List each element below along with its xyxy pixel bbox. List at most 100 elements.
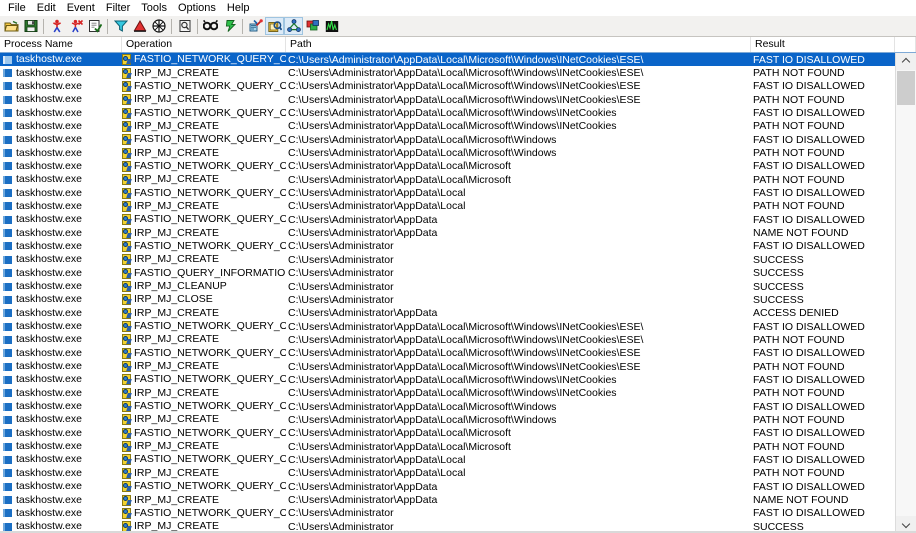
cell-operation: FASTIO_NETWORK_QUERY_O... xyxy=(122,347,286,360)
table-row[interactable]: taskhostw.exe IRP_MJ_CREATE C:\Users\Admin… xyxy=(0,200,916,213)
table-row[interactable]: taskhostw.exe IRP_MJ_CREATE C:\Users\Admin… xyxy=(0,146,916,159)
process-icon xyxy=(3,375,12,384)
cell-result: SUCCESS xyxy=(753,267,804,280)
properties-icon[interactable] xyxy=(175,17,194,35)
process-name-label: taskhostw.exe xyxy=(16,320,82,333)
scrollbar-thumb[interactable] xyxy=(897,71,915,105)
process-icon xyxy=(3,122,12,131)
scrollbar-track[interactable] xyxy=(896,70,916,516)
table-row[interactable]: taskhostw.exe FASTIO_NETWORK_QUERY_O... C:… xyxy=(0,507,916,520)
table-row[interactable]: taskhostw.exe IRP_MJ_CREATE C:\Users\Admin… xyxy=(0,387,916,400)
column-header-result[interactable]: Result xyxy=(751,37,895,52)
toolbar-separator xyxy=(197,18,198,34)
table-row[interactable]: taskhostw.exe IRP_MJ_CREATE C:\Users\Admin… xyxy=(0,66,916,79)
file-operation-icon xyxy=(122,441,132,453)
process-icon xyxy=(3,95,12,104)
table-row[interactable]: taskhostw.exe FASTIO_NETWORK_QUERY_O... C:… xyxy=(0,427,916,440)
table-row[interactable]: taskhostw.exe FASTIO_NETWORK_QUERY_O... C:… xyxy=(0,186,916,199)
table-row[interactable]: taskhostw.exe IRP_MJ_CREATE C:\Users\Admin… xyxy=(0,120,916,133)
menu-item-help[interactable]: Help xyxy=(222,0,256,16)
column-header-operation[interactable]: Operation xyxy=(122,37,286,52)
table-row[interactable]: taskhostw.exe IRP_MJ_CREATE C:\Users\Admin… xyxy=(0,307,916,320)
table-row[interactable]: taskhostw.exe IRP_MJ_CREATE C:\Users\Admin… xyxy=(0,413,916,426)
table-row[interactable]: taskhostw.exe FASTIO_NETWORK_QUERY_O... C:… xyxy=(0,133,916,146)
table-row[interactable]: taskhostw.exe IRP_MJ_CREATE C:\Users\Admin… xyxy=(0,333,916,346)
process-name-label: taskhostw.exe xyxy=(16,173,82,186)
cell-path: C:\Users\Administrator xyxy=(288,293,394,306)
process-name-label: taskhostw.exe xyxy=(16,239,82,252)
process-icon xyxy=(3,402,12,411)
table-row[interactable]: taskhostw.exe FASTIO_NETWORK_QUERY_O... C:… xyxy=(0,373,916,386)
file-activity-icon[interactable] xyxy=(265,17,284,35)
cell-operation: IRP_MJ_CREATE xyxy=(122,307,286,320)
cell-operation: FASTIO_NETWORK_QUERY_O... xyxy=(122,320,286,333)
table-row[interactable]: taskhostw.exe FASTIO_NETWORK_QUERY_O... C:… xyxy=(0,320,916,333)
file-operation-icon xyxy=(122,174,132,186)
event-rows: taskhostw.exe FASTIO_NETWORK_QUERY_O... C:… xyxy=(0,53,916,533)
operation-label: IRP_MJ_CLOSE xyxy=(134,293,213,306)
menu-item-options[interactable]: Options xyxy=(173,0,222,16)
cell-operation: IRP_MJ_CREATE xyxy=(122,120,286,133)
include-process-icon[interactable] xyxy=(149,17,168,35)
open-icon[interactable] xyxy=(2,17,21,35)
operation-label: FASTIO_NETWORK_QUERY_O... xyxy=(134,53,286,66)
table-row[interactable]: taskhostw.exe FASTIO_NETWORK_QUERY_O... C:… xyxy=(0,347,916,360)
menu-bar: File Edit Event Filter Tools Options Hel… xyxy=(0,0,916,16)
jump-to-icon[interactable] xyxy=(220,17,239,35)
column-header-path[interactable]: Path xyxy=(286,37,751,52)
table-row[interactable]: taskhostw.exe IRP_MJ_CREATE C:\Users\Admin… xyxy=(0,93,916,106)
table-row[interactable]: taskhostw.exe FASTIO_NETWORK_QUERY_O... C:… xyxy=(0,80,916,93)
table-row[interactable]: taskhostw.exe FASTIO_NETWORK_QUERY_O... C:… xyxy=(0,160,916,173)
menu-item-tools[interactable]: Tools xyxy=(136,0,173,16)
table-row[interactable]: taskhostw.exe IRP_MJ_CREATE C:\Users\Admin… xyxy=(0,253,916,266)
table-row[interactable]: taskhostw.exe IRP_MJ_CREATE C:\Users\Admin… xyxy=(0,226,916,239)
table-row[interactable]: taskhostw.exe FASTIO_NETWORK_QUERY_O... C:… xyxy=(0,240,916,253)
event-list[interactable]: taskhostw.exe FASTIO_NETWORK_QUERY_O... C:… xyxy=(0,53,916,533)
menu-item-filter[interactable]: Filter xyxy=(101,0,136,16)
table-row[interactable]: taskhostw.exe FASTIO_NETWORK_QUERY_O... C:… xyxy=(0,53,916,67)
scroll-up-button[interactable] xyxy=(896,53,916,70)
highlight-icon[interactable] xyxy=(130,17,149,35)
cell-result: FAST IO DISALLOWED xyxy=(753,373,865,386)
cell-result: FAST IO DISALLOWED xyxy=(753,400,865,413)
menu-item-event[interactable]: Event xyxy=(62,0,101,16)
table-row[interactable]: taskhostw.exe IRP_MJ_CREATE C:\Users\Admin… xyxy=(0,440,916,453)
table-row[interactable]: taskhostw.exe IRP_MJ_CREATE C:\Users\Admin… xyxy=(0,467,916,480)
table-row[interactable]: taskhostw.exe IRP_MJ_CLOSE C:\Users\Admini… xyxy=(0,293,916,306)
table-row[interactable]: taskhostw.exe IRP_MJ_CLEANUP C:\Users\Admi… xyxy=(0,280,916,293)
table-row[interactable]: taskhostw.exe IRP_MJ_CREATE C:\Users\Admin… xyxy=(0,493,916,506)
table-row[interactable]: taskhostw.exe FASTIO_NETWORK_QUERY_O... C:… xyxy=(0,480,916,493)
vertical-scrollbar[interactable] xyxy=(895,53,916,533)
cell-result: PATH NOT FOUND xyxy=(753,147,845,160)
file-operation-icon xyxy=(122,294,132,306)
menu-item-file[interactable]: File xyxy=(3,0,32,16)
capture-icon[interactable] xyxy=(47,17,66,35)
table-row[interactable]: taskhostw.exe IRP_MJ_CREATE C:\Users\Admin… xyxy=(0,173,916,186)
table-row[interactable]: taskhostw.exe FASTIO_NETWORK_QUERY_O... C:… xyxy=(0,106,916,119)
cell-path: C:\Users\Administrator\AppData\Local xyxy=(288,200,466,213)
clear-icon[interactable] xyxy=(85,17,104,35)
process-icon xyxy=(3,215,12,224)
table-row[interactable]: taskhostw.exe FASTIO_NETWORK_QUERY_O... C:… xyxy=(0,400,916,413)
table-row[interactable]: taskhostw.exe FASTIO_QUERY_INFORMATION C:\… xyxy=(0,267,916,280)
menu-item-edit[interactable]: Edit xyxy=(32,0,62,16)
filter-icon[interactable] xyxy=(111,17,130,35)
process-name-label: taskhostw.exe xyxy=(16,466,82,479)
cell-path: C:\Users\Administrator\AppData xyxy=(288,227,438,240)
file-operation-icon xyxy=(122,134,132,146)
table-row[interactable]: taskhostw.exe FASTIO_NETWORK_QUERY_O... C:… xyxy=(0,213,916,226)
table-row[interactable]: taskhostw.exe FASTIO_NETWORK_QUERY_O... C:… xyxy=(0,453,916,466)
column-header-process-name[interactable]: Process Name xyxy=(0,37,122,52)
save-icon[interactable] xyxy=(21,17,40,35)
file-operation-icon xyxy=(122,80,132,92)
cell-result: ACCESS DENIED xyxy=(753,307,839,320)
table-row[interactable]: taskhostw.exe IRP_MJ_CREATE C:\Users\Admin… xyxy=(0,360,916,373)
process-activity-icon[interactable] xyxy=(303,17,322,35)
process-icon xyxy=(3,135,12,144)
profiling-events-icon[interactable] xyxy=(322,17,341,35)
autoscroll-icon[interactable] xyxy=(66,17,85,35)
registry-activity-icon[interactable] xyxy=(246,17,265,35)
cell-operation: FASTIO_NETWORK_QUERY_O... xyxy=(122,453,286,466)
network-activity-icon[interactable] xyxy=(284,17,303,35)
find-icon[interactable] xyxy=(201,17,220,35)
